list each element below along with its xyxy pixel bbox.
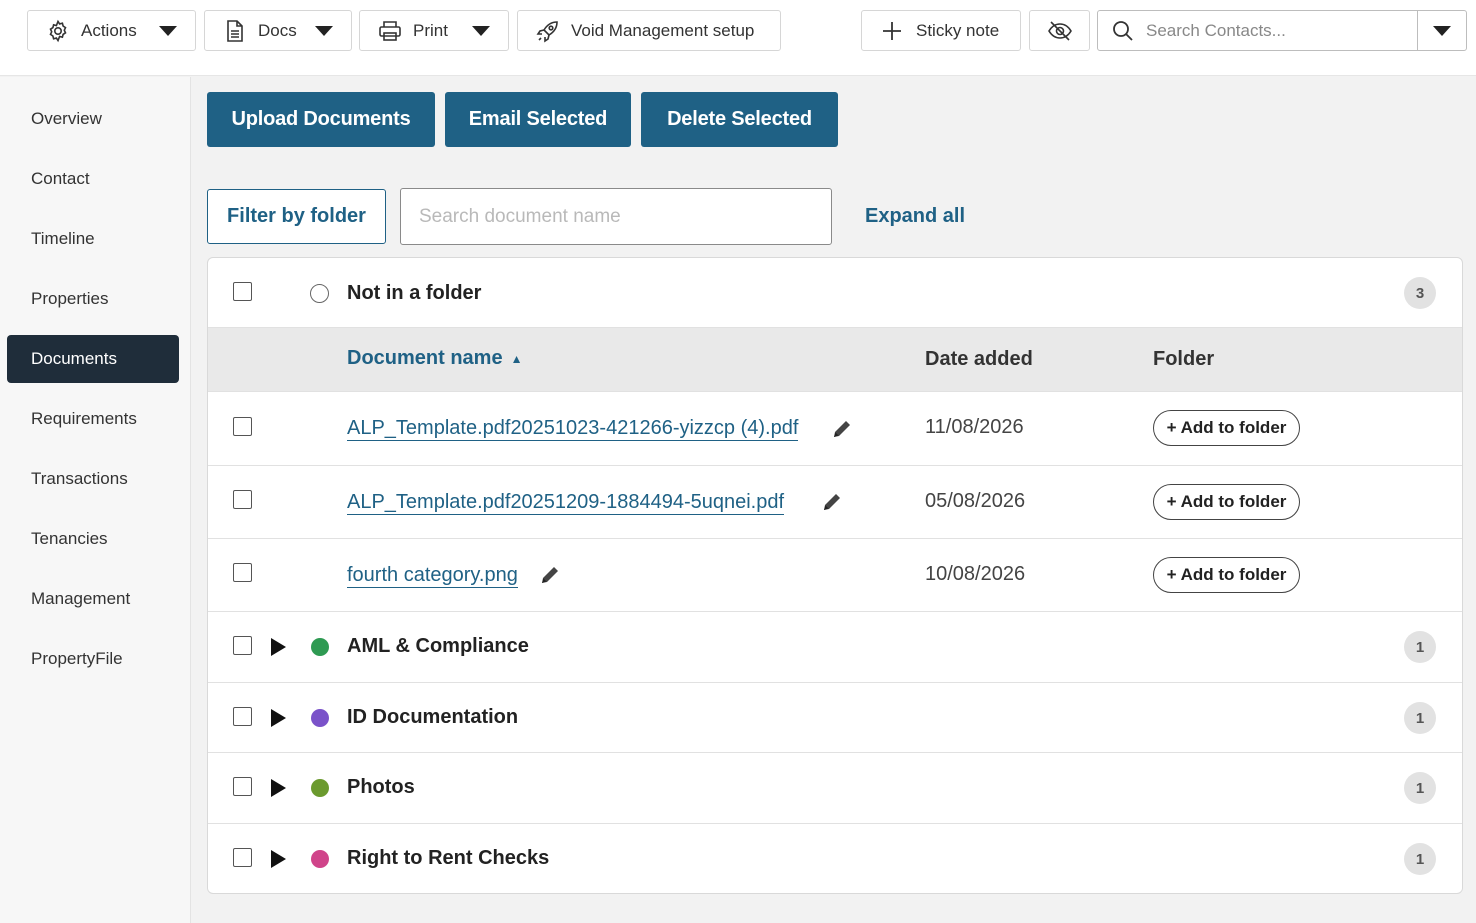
email-selected-button[interactable]: Email Selected (445, 92, 631, 147)
add-to-folder-button[interactable]: + Add to folder (1153, 557, 1300, 593)
folder-count-badge: 1 (1404, 631, 1436, 663)
folder-name: Not in a folder (347, 282, 482, 304)
docs-menu-button[interactable]: Docs (204, 10, 352, 51)
print-label: Print (413, 20, 448, 40)
table-row: fourth category.png 10/08/2026 + Add to … (208, 539, 1462, 612)
docs-label: Docs (258, 20, 297, 40)
column-header-label: Document name (347, 347, 503, 369)
expand-arrow-icon[interactable] (271, 638, 286, 656)
folder-count-badge: 3 (1404, 277, 1436, 309)
folder-color-dot (311, 779, 329, 797)
date-added: 11/08/2026 (925, 416, 1024, 438)
add-to-folder-button[interactable]: + Add to folder (1153, 410, 1300, 446)
sidebar-item-requirements[interactable]: Requirements (7, 395, 179, 443)
sidebar-item-timeline[interactable]: Timeline (7, 215, 179, 263)
hide-toggle-button[interactable] (1029, 10, 1090, 51)
chevron-down-icon (315, 25, 333, 36)
folder-count-badge: 1 (1404, 702, 1436, 734)
search-dropdown-button[interactable] (1417, 11, 1466, 50)
date-added: 05/08/2026 (925, 490, 1026, 512)
sidebar-item-tenancies[interactable]: Tenancies (7, 515, 179, 563)
folder-checkbox[interactable] (233, 636, 252, 655)
sidebar-item-overview[interactable]: Overview (7, 95, 179, 143)
sticky-note-label: Sticky note (916, 20, 1000, 40)
expand-all-link[interactable]: Expand all (865, 205, 965, 228)
expand-arrow-icon[interactable] (271, 779, 286, 797)
sidebar-item-properties[interactable]: Properties (7, 275, 179, 323)
document-search-input[interactable] (400, 188, 832, 245)
row-checkbox[interactable] (233, 490, 252, 509)
documents-panel: Not in a folder 3 Document name ▲ Date ad… (207, 257, 1463, 894)
folder-checkbox[interactable] (233, 707, 252, 726)
folder-count-badge: 1 (1404, 772, 1436, 804)
row-checkbox[interactable] (233, 417, 252, 436)
print-menu-button[interactable]: Print (359, 10, 509, 51)
gear-icon (45, 18, 71, 44)
column-header-document-name[interactable]: Document name ▲ (347, 347, 522, 370)
delete-selected-button[interactable]: Delete Selected (641, 92, 838, 147)
folder-name: Right to Rent Checks (347, 847, 550, 869)
folder-row[interactable]: Right to Rent Checks 1 (208, 824, 1462, 893)
sidebar-item-contact[interactable]: Contact (7, 155, 179, 203)
folder-color-dot (311, 709, 329, 727)
upload-documents-button[interactable]: Upload Documents (207, 92, 435, 147)
sidebar-item-transactions[interactable]: Transactions (7, 455, 179, 503)
void-management-label: Void Management setup (571, 20, 755, 40)
folder-row[interactable]: Photos 1 (208, 753, 1462, 824)
column-header-folder: Folder (1153, 348, 1215, 370)
pencil-icon[interactable] (538, 563, 562, 587)
search-icon (1110, 18, 1136, 44)
sidebar: Overview Contact Timeline Properties Doc… (0, 77, 191, 923)
plus-icon (879, 18, 905, 44)
expand-arrow-icon[interactable] (271, 850, 286, 868)
document-icon (222, 18, 248, 44)
sidebar-item-documents[interactable]: Documents (7, 335, 179, 383)
date-added: 10/08/2026 (925, 563, 1026, 585)
contact-search (1097, 10, 1467, 51)
document-link[interactable]: fourth category.png (347, 563, 518, 588)
document-link[interactable]: ALP_Template.pdf20251023-421266-yizzcp (… (347, 416, 799, 441)
actions-label: Actions (81, 20, 137, 40)
search-contacts-input[interactable] (1146, 20, 1416, 41)
chevron-down-icon (159, 25, 177, 36)
document-link[interactable]: ALP_Template.pdf20251209-1884494-5uqnei.… (347, 490, 785, 515)
expand-arrow-icon[interactable] (271, 709, 286, 727)
actions-menu-button[interactable]: Actions (27, 10, 196, 51)
folder-name: Photos (347, 776, 415, 798)
select-unfoldered-checkbox[interactable] (233, 282, 252, 301)
table-row: ALP_Template.pdf20251209-1884494-5uqnei.… (208, 466, 1462, 539)
folder-checkbox[interactable] (233, 777, 252, 796)
folder-name: AML & Compliance (347, 635, 529, 657)
unfoldered-radio[interactable] (310, 284, 329, 303)
printer-icon (377, 18, 403, 44)
top-toolbar: Actions Docs Print Void Management setup (0, 0, 1476, 76)
folder-color-dot (311, 638, 329, 656)
sort-ascending-icon: ▲ (510, 351, 523, 366)
folder-checkbox[interactable] (233, 848, 252, 867)
pencil-icon[interactable] (820, 490, 844, 514)
eye-off-icon (1047, 18, 1073, 44)
folder-row[interactable]: AML & Compliance 1 (208, 612, 1462, 683)
table-row: ALP_Template.pdf20251023-421266-yizzcp (… (208, 392, 1462, 466)
sticky-note-button[interactable]: Sticky note (861, 10, 1021, 51)
chevron-down-icon (1433, 25, 1451, 36)
table-header: Document name ▲ Date added Folder (208, 328, 1462, 392)
folder-row[interactable]: ID Documentation 1 (208, 683, 1462, 753)
sidebar-item-propertyfile[interactable]: PropertyFile (7, 635, 179, 683)
rocket-icon (535, 18, 561, 44)
filter-by-folder-button[interactable]: Filter by folder (207, 189, 386, 244)
row-checkbox[interactable] (233, 563, 252, 582)
column-header-date-added: Date added (925, 348, 1033, 370)
folder-row-unfoldered: Not in a folder 3 (208, 258, 1462, 328)
folder-name: ID Documentation (347, 706, 519, 728)
folder-count-badge: 1 (1404, 843, 1436, 875)
sidebar-item-management[interactable]: Management (7, 575, 179, 623)
pencil-icon[interactable] (830, 417, 854, 441)
chevron-down-icon (472, 25, 490, 36)
void-management-setup-button[interactable]: Void Management setup (517, 10, 781, 51)
folder-color-dot (311, 850, 329, 868)
add-to-folder-button[interactable]: + Add to folder (1153, 484, 1300, 520)
